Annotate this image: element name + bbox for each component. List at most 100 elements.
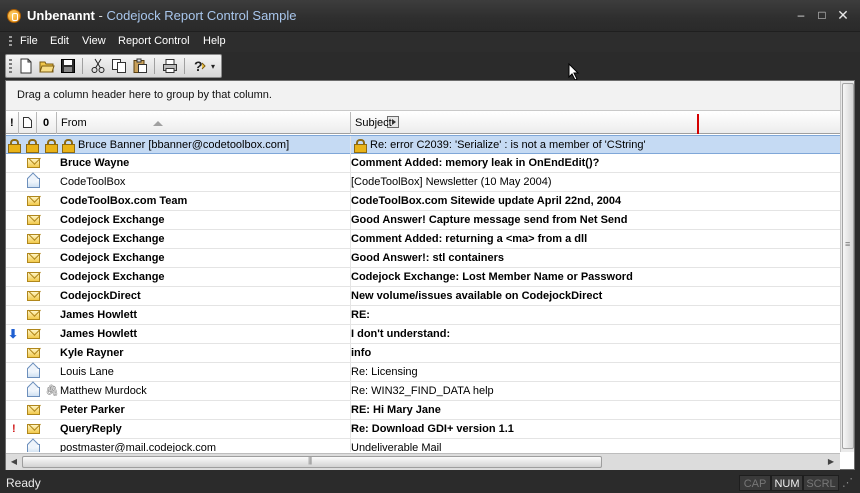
sort-ascending-icon (153, 121, 163, 126)
message-row[interactable]: Codejock Exchange Comment Added: returnin… (6, 230, 840, 249)
message-icon-cell (27, 423, 40, 435)
attachment-cell (45, 214, 58, 226)
message-row[interactable]: Bruce Wayne Comment Added: memory leak in… (6, 154, 840, 173)
scroll-left-icon[interactable]: ◀ (9, 457, 19, 467)
message-icon-cell (27, 309, 40, 321)
subject-cell: info (351, 347, 372, 359)
message-row[interactable]: Kyle Rayner info (6, 344, 840, 363)
open-folder-icon[interactable] (39, 58, 55, 74)
scroll-right-icon[interactable]: ▶ (826, 457, 836, 467)
unread-envelope-icon (27, 272, 40, 282)
cut-icon[interactable] (90, 58, 106, 74)
unread-envelope-icon (27, 405, 40, 415)
message-row[interactable]: ⬇ James Howlett I don't understand: (6, 325, 840, 344)
attachment-cell (45, 347, 58, 359)
unread-envelope-icon (27, 196, 40, 206)
from-cell: Kyle Rayner (60, 347, 124, 359)
importance-cell (8, 233, 21, 245)
new-document-icon[interactable] (18, 58, 34, 74)
column-header-from[interactable]: From (57, 112, 399, 134)
minimize-icon[interactable]: – (794, 8, 808, 22)
message-row[interactable]: Peter Parker RE: Hi Mary Jane (6, 401, 840, 420)
lock-icon (354, 139, 367, 153)
toolbar-overflow-icon[interactable]: ▾ (211, 61, 219, 73)
subject-cell: [CodeToolBox] Newsletter (10 May 2004) (351, 176, 552, 188)
low-importance-icon: ⬇ (8, 327, 19, 341)
from-cell: Codejock Exchange (60, 271, 165, 283)
menu-file[interactable]: File (20, 35, 38, 47)
from-cell: QueryReply (60, 423, 122, 435)
message-row[interactable]: James Howlett RE: (6, 306, 840, 325)
message-row[interactable]: Louis Lane Re: Licensing (6, 363, 840, 382)
message-row[interactable]: CodejockDirect New volume/issues availabl… (6, 287, 840, 306)
status-bar: Ready CAP NUM SCRL ⋰ (0, 472, 860, 493)
group-by-box[interactable]: Drag a column header here to group by th… (6, 81, 854, 111)
help-icon[interactable]: ? (191, 58, 207, 74)
message-row[interactable]: ! QueryReply Re: Download GDI+ version 1.1 (6, 420, 840, 439)
toolbar-separator (154, 58, 155, 74)
message-row[interactable]: CodeToolBox [CodeToolBox] Newsletter (10 … (6, 173, 840, 192)
attachment-cell (45, 328, 58, 340)
attachment-header-icon: 0 (43, 117, 50, 129)
vertical-scrollbar[interactable] (840, 81, 854, 452)
from-cell: postmaster@mail.codejock.com (60, 442, 217, 452)
subject-cell: RE: Hi Mary Jane (351, 404, 441, 416)
from-cell: CodeToolBox (60, 176, 126, 188)
copy-icon[interactable] (111, 58, 127, 74)
lock-icon (45, 139, 58, 153)
column-header-icon[interactable] (19, 112, 37, 134)
from-cell: CodeToolBox.com Team (60, 195, 188, 207)
importance-cell (8, 157, 21, 169)
from-cell: James Howlett (60, 328, 138, 340)
message-row[interactable]: 🖇 Matthew Murdock Re: WIN32_FIND_DATA help (6, 382, 840, 401)
subject-cell: Good Answer!: stl containers (351, 252, 505, 264)
message-row[interactable]: postmaster@mail.codejock.com Undeliverabl… (6, 439, 840, 452)
message-icon-cell (27, 328, 40, 340)
message-row[interactable]: CodeToolBox.com Team CodeToolBox.com Site… (6, 192, 840, 211)
horizontal-scrollbar[interactable]: ◀ ▶ (6, 453, 840, 470)
attachment-cell (45, 442, 58, 452)
from-cell: Bruce Wayne (60, 157, 130, 169)
app-icon[interactable] (7, 9, 21, 23)
message-row[interactable]: Bruce Banner [bbanner@codetoolbox.com] Re… (6, 135, 840, 155)
importance-cell (8, 252, 21, 264)
attachment-cell (45, 252, 58, 264)
resize-grip-icon[interactable]: ⋰ (839, 475, 856, 491)
message-icon-cell (27, 252, 40, 264)
attachment-cell (45, 271, 58, 283)
importance-cell (8, 442, 21, 452)
message-row[interactable]: Codejock Exchange Good Answer! Capture me… (6, 211, 840, 230)
message-icon-cell (27, 404, 40, 416)
standard-toolbar: ? ▾ (5, 54, 222, 78)
menu-help[interactable]: Help (203, 35, 226, 47)
message-row[interactable]: Codejock Exchange Codejock Exchange: Lost… (6, 268, 840, 287)
save-icon[interactable] (60, 58, 76, 74)
print-icon[interactable] (162, 58, 178, 74)
importance-cell (8, 290, 21, 302)
menu-edit[interactable]: Edit (50, 35, 69, 47)
column-header-subject[interactable]: Subject (351, 112, 840, 134)
subject-cell: Good Answer! Capture message send from N… (351, 214, 628, 226)
menu-view[interactable]: View (82, 35, 106, 47)
scroll-lock-indicator: SCRL (803, 475, 839, 491)
group-by-hint: Drag a column header here to group by th… (17, 89, 272, 101)
column-header-importance[interactable]: ! (6, 112, 19, 134)
message-icon-cell (27, 385, 40, 397)
importance-cell (8, 309, 21, 321)
toolbar-grip-icon[interactable] (9, 59, 12, 73)
menu-grip-icon[interactable] (9, 36, 12, 48)
message-row[interactable]: Codejock Exchange Good Answer!: stl conta… (6, 249, 840, 268)
message-icon-cell (27, 176, 40, 188)
close-icon[interactable]: ✕ (836, 8, 850, 22)
attachment-cell (45, 309, 58, 321)
horizontal-scroll-thumb[interactable] (22, 456, 602, 468)
message-icon-cell (26, 139, 39, 153)
caps-lock-indicator: CAP (739, 475, 771, 491)
vertical-scroll-thumb[interactable] (842, 83, 854, 449)
column-header-attachment[interactable]: 0 (37, 112, 57, 134)
menu-report-control[interactable]: Report Control (118, 35, 190, 47)
paste-icon[interactable] (132, 58, 148, 74)
importance-cell (8, 271, 21, 283)
maximize-icon[interactable]: □ (815, 8, 829, 22)
subject-cell: Codejock Exchange: Lost Member Name or P… (351, 271, 633, 283)
